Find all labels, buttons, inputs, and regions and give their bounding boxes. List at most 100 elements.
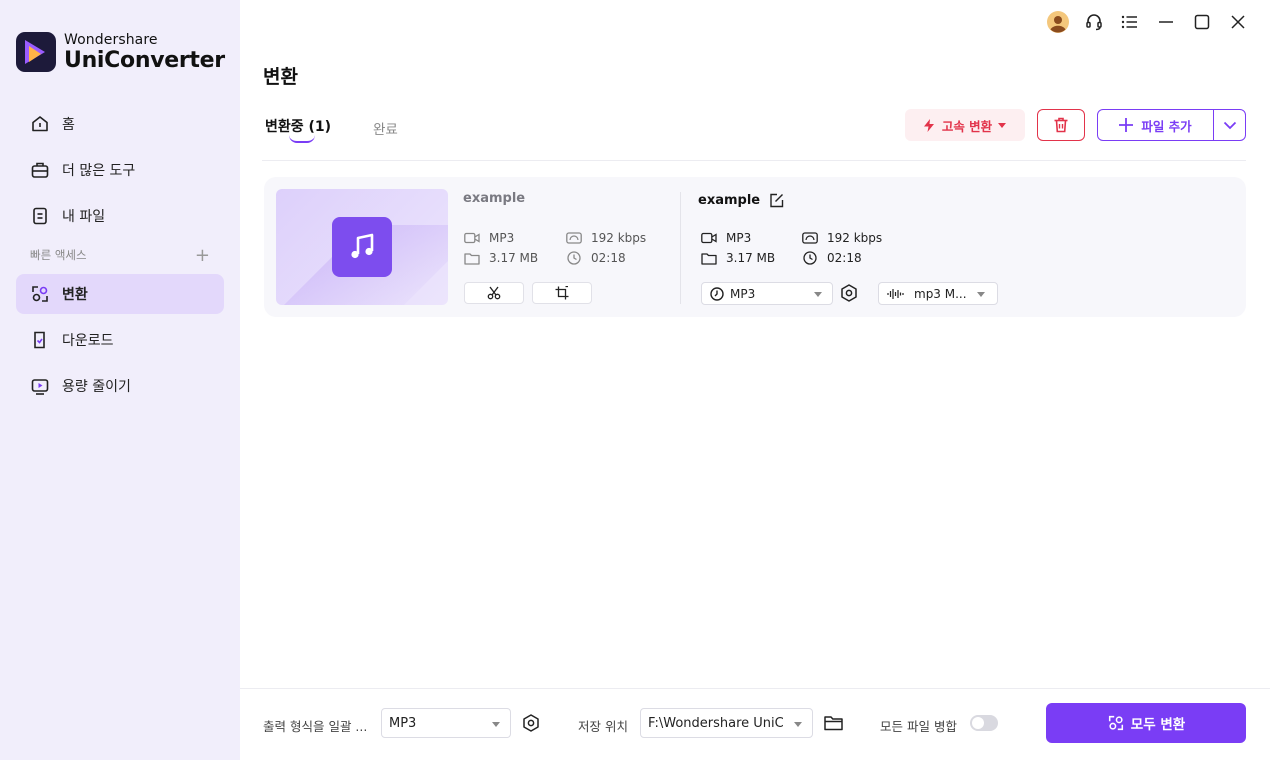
source-bitrate: 192 kbps xyxy=(566,231,646,245)
account-avatar-button[interactable] xyxy=(1040,11,1076,37)
source-format: MP3 xyxy=(464,231,514,245)
source-duration: 02:18 xyxy=(566,251,626,265)
compress-icon xyxy=(30,376,50,396)
video-camera-icon xyxy=(701,231,717,245)
folder-icon xyxy=(464,251,480,265)
merge-all-label: 모든 파일 병합 xyxy=(880,719,957,734)
support-button[interactable] xyxy=(1076,12,1112,36)
crop-button[interactable] xyxy=(532,282,592,304)
toolbox-icon xyxy=(30,160,50,180)
save-location-label: 저장 위치 xyxy=(578,719,628,734)
sidebar-item-more-tools[interactable]: 더 많은 도구 xyxy=(16,150,224,190)
fast-convert-button[interactable]: 고속 변환 xyxy=(905,109,1025,141)
add-file-dropdown-button[interactable] xyxy=(1214,110,1245,140)
open-folder-button[interactable] xyxy=(823,713,843,733)
sidebar-nav: 홈 더 많은 도구 내 파일 빠른 액세스 + 변환 다운로드 용량 줄이기 xyxy=(16,104,224,412)
output-format: MP3 xyxy=(701,231,751,245)
add-file-button[interactable]: 파일 추가 xyxy=(1098,110,1214,140)
active-tab-indicator xyxy=(289,135,315,143)
trim-button[interactable] xyxy=(464,282,524,304)
folder-icon xyxy=(823,715,843,731)
trash-icon xyxy=(1053,117,1069,133)
chevron-down-icon xyxy=(1223,121,1237,130)
header-divider xyxy=(262,160,1246,161)
bitrate-icon xyxy=(802,231,818,245)
sidebar-item-home[interactable]: 홈 xyxy=(16,104,224,144)
my-files-icon xyxy=(30,206,50,226)
close-window-button[interactable] xyxy=(1220,12,1256,36)
download-icon xyxy=(30,330,50,350)
source-file-name: example xyxy=(463,191,526,206)
uniconverter-logo-icon xyxy=(16,32,56,72)
maximize-icon xyxy=(1194,14,1210,34)
convert-icon xyxy=(30,284,50,304)
sidebar-item-download[interactable]: 다운로드 xyxy=(16,320,224,360)
home-icon xyxy=(30,114,50,134)
sidebar-item-label: 홈 xyxy=(62,117,75,133)
page-title: 변환 xyxy=(263,66,298,88)
sidebar: Wondershare UniConverter 홈 더 많은 도구 내 파일 … xyxy=(0,0,240,760)
sidebar-item-my-files[interactable]: 내 파일 xyxy=(16,196,224,236)
menu-list-icon xyxy=(1121,14,1139,34)
clock-icon xyxy=(802,251,818,265)
scissors-icon xyxy=(487,286,501,300)
settings-hexagon-icon xyxy=(522,714,540,732)
video-camera-icon xyxy=(464,231,480,245)
format-clock-icon xyxy=(710,286,724,301)
add-quick-access-button[interactable]: + xyxy=(195,245,210,266)
output-size: 3.17 MB xyxy=(701,251,775,265)
headset-icon xyxy=(1085,13,1103,35)
output-bitrate: 192 kbps xyxy=(802,231,882,245)
chevron-down-icon xyxy=(977,292,985,297)
quick-access-section: 빠른 액세스 + xyxy=(16,242,224,268)
folder-icon xyxy=(701,251,717,265)
chevron-down-icon xyxy=(814,292,822,297)
convert-all-label: 모두 변환 xyxy=(1130,717,1186,733)
output-format-all-settings-button[interactable] xyxy=(521,713,541,733)
file-thumbnail[interactable] xyxy=(276,189,448,305)
convert-icon xyxy=(1107,714,1125,732)
tab-completed[interactable]: 완료 xyxy=(373,118,398,138)
app-logo: Wondershare UniConverter xyxy=(16,32,225,72)
maximize-button[interactable] xyxy=(1184,12,1220,36)
minimize-icon xyxy=(1158,14,1174,34)
close-icon xyxy=(1230,14,1246,34)
save-location-select[interactable]: F:\Wondershare UniCo xyxy=(640,708,813,738)
merge-all-toggle[interactable] xyxy=(970,715,998,731)
tab-converting-label: 변환중 (1) xyxy=(265,119,332,135)
plus-icon xyxy=(1119,115,1134,135)
output-duration: 02:18 xyxy=(802,251,862,265)
output-format-select[interactable]: MP3 xyxy=(701,282,833,305)
audio-waveform-icon xyxy=(887,288,905,300)
bottom-divider xyxy=(240,688,1270,689)
fast-convert-label: 고속 변환 xyxy=(941,118,993,134)
sidebar-item-label: 내 파일 xyxy=(62,209,106,225)
quick-access-label: 빠른 액세스 xyxy=(30,248,87,262)
output-file-name: example xyxy=(698,193,784,208)
tab-converting[interactable]: 변환중 (1) xyxy=(265,116,332,143)
chevron-down-icon xyxy=(998,122,1007,128)
sidebar-item-label: 더 많은 도구 xyxy=(62,163,136,179)
sidebar-item-label: 변환 xyxy=(62,287,88,303)
chevron-down-icon xyxy=(492,722,500,727)
output-settings-button[interactable] xyxy=(839,283,859,303)
brand-name-big: UniConverter xyxy=(64,47,225,73)
menu-button[interactable] xyxy=(1112,12,1148,36)
window-controls xyxy=(1040,11,1256,37)
toggle-knob xyxy=(972,717,984,729)
crop-icon xyxy=(555,286,569,300)
sidebar-item-compress[interactable]: 용량 줄이기 xyxy=(16,366,224,406)
music-note-icon xyxy=(332,217,392,277)
source-size: 3.17 MB xyxy=(464,251,538,265)
sidebar-item-label: 다운로드 xyxy=(62,333,114,349)
edit-name-icon[interactable] xyxy=(769,193,784,208)
audio-track-select[interactable]: mp3 M... xyxy=(878,282,998,305)
minimize-button[interactable] xyxy=(1148,12,1184,36)
sidebar-item-convert[interactable]: 변환 xyxy=(16,274,224,314)
sidebar-item-label: 용량 줄이기 xyxy=(62,379,131,395)
output-format-all-select[interactable]: MP3 xyxy=(381,708,511,738)
avatar-icon xyxy=(1047,11,1069,37)
delete-all-button[interactable] xyxy=(1037,109,1085,141)
convert-all-button[interactable]: 모두 변환 xyxy=(1046,703,1246,743)
bitrate-icon xyxy=(566,231,582,245)
